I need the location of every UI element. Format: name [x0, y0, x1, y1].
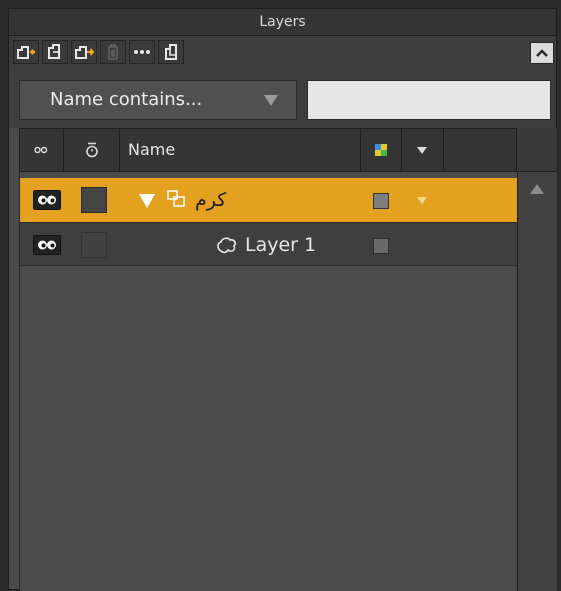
layers-list: كرم Layer 1 [19, 172, 518, 591]
group-icon [167, 190, 185, 207]
scroll-up-icon[interactable] [530, 184, 544, 194]
visibility-column-header[interactable] [20, 129, 64, 171]
eye-icon [34, 146, 48, 154]
more-icon [134, 50, 150, 54]
delete-icon [108, 44, 118, 60]
new-layer-button[interactable] [13, 40, 39, 64]
chevron-up-icon [536, 49, 548, 57]
lock-column-header[interactable] [64, 129, 120, 171]
layer-row[interactable]: Layer 1 [20, 222, 518, 266]
visibility-toggle[interactable] [33, 235, 61, 255]
panel-title: Layers [9, 9, 556, 36]
layer-name[interactable]: كرم [195, 178, 226, 222]
visibility-toggle[interactable] [33, 190, 61, 210]
layers-column-header: Name [19, 128, 517, 172]
duplicate-layer-button[interactable] [42, 40, 68, 64]
layer-row-group[interactable]: كرم [20, 178, 518, 222]
expand-triangle-icon[interactable] [139, 194, 155, 208]
vector-shape-icon [217, 237, 237, 254]
eye-icon [38, 195, 56, 205]
layers-toolbar [9, 36, 556, 70]
lock-toggle[interactable] [81, 232, 107, 258]
timer-icon [86, 142, 98, 158]
filter-row: Name contains... [9, 70, 556, 128]
layers-panel: Layers Name contains... Name كرم Layer 1 [8, 8, 557, 591]
column-options-button[interactable] [402, 129, 444, 171]
filter-mode-label: Name contains... [50, 89, 203, 110]
layer-color-swatch[interactable] [373, 238, 389, 254]
delete-layer-button[interactable] [100, 40, 126, 64]
move-layer-icon [75, 46, 94, 59]
lock-toggle[interactable] [81, 187, 107, 213]
color-column-header[interactable] [360, 129, 402, 171]
dropdown-arrow-icon [264, 95, 278, 106]
merge-layers-button[interactable] [158, 40, 184, 64]
vertical-scrollbar[interactable] [517, 172, 557, 591]
move-layer-button[interactable] [71, 40, 97, 64]
layer-name[interactable]: Layer 1 [245, 223, 316, 267]
name-column-header[interactable]: Name [120, 129, 360, 171]
layer-color-swatch[interactable] [373, 193, 389, 209]
dropdown-arrow-icon [417, 147, 427, 154]
eye-icon [38, 240, 56, 250]
collapse-panel-button[interactable] [530, 42, 554, 64]
merge-icon [165, 44, 177, 60]
filter-text-input[interactable] [307, 80, 551, 120]
color-swatch-icon [375, 144, 387, 156]
filter-mode-select[interactable]: Name contains... [19, 80, 297, 120]
dropdown-arrow-icon[interactable] [417, 197, 427, 204]
header-spacer [517, 128, 557, 172]
duplicate-layer-icon [48, 44, 60, 59]
new-layer-icon [17, 46, 35, 59]
more-options-button[interactable] [129, 40, 155, 64]
